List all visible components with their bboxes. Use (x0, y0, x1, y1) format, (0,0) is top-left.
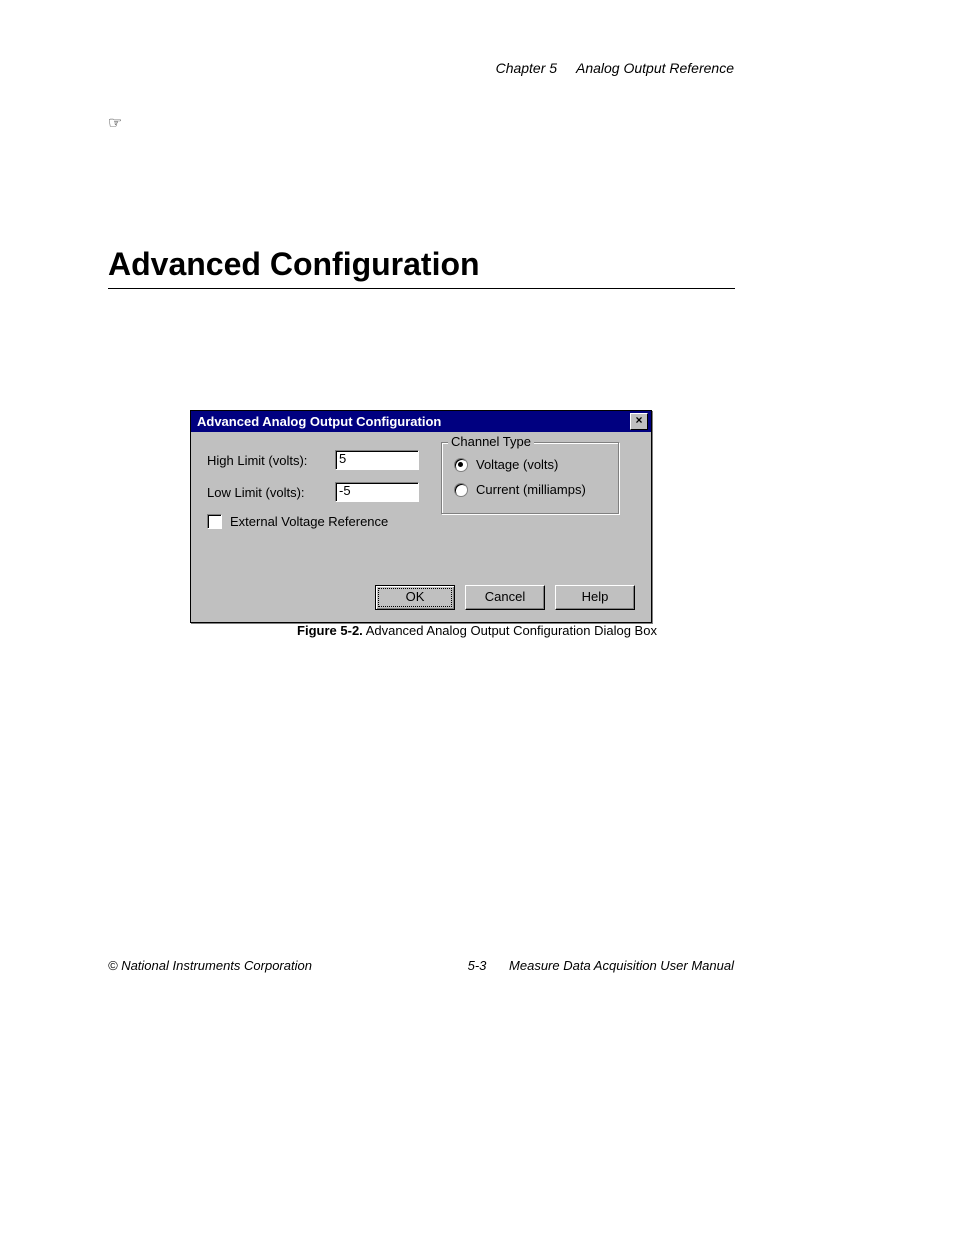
current-radio-label: Current (milliamps) (476, 482, 586, 497)
dialog-title: Advanced Analog Output Configuration (197, 414, 441, 429)
figure-label: Figure 5-2. (297, 623, 363, 638)
figure-text: Advanced Analog Output Configuration Dia… (363, 623, 657, 638)
chapter-title: Analog Output Reference (576, 60, 734, 76)
current-radio[interactable] (454, 483, 468, 497)
cancel-button[interactable]: Cancel (465, 585, 545, 610)
figure-caption: Figure 5-2. Advanced Analog Output Confi… (0, 623, 954, 638)
voltage-radio-label: Voltage (volts) (476, 457, 558, 472)
section-heading: Advanced Configuration (108, 246, 480, 283)
note-icon: ☞ (108, 113, 122, 133)
voltage-radio-row: Voltage (volts) (454, 457, 618, 472)
dialog-button-row: OK Cancel Help (375, 585, 635, 610)
high-limit-label: High Limit (volts): (207, 453, 335, 468)
low-limit-label: Low Limit (volts): (207, 485, 335, 500)
external-ref-row: External Voltage Reference (207, 514, 635, 529)
low-limit-input[interactable]: -5 (335, 482, 419, 502)
channel-type-group: Channel Type Voltage (volts) Current (mi… (441, 442, 619, 514)
voltage-radio[interactable] (454, 458, 468, 472)
advanced-analog-output-dialog: Advanced Analog Output Configuration × H… (190, 410, 652, 623)
footer-manual-title: Measure Data Acquisition User Manual (509, 958, 734, 973)
ok-button[interactable]: OK (375, 585, 455, 610)
current-radio-row: Current (milliamps) (454, 482, 618, 497)
page-header: Chapter 5 Analog Output Reference (496, 60, 734, 76)
close-icon: × (635, 413, 642, 427)
dialog-body: High Limit (volts): 5 Low Limit (volts):… (191, 432, 651, 622)
external-ref-label: External Voltage Reference (230, 514, 388, 529)
high-limit-input[interactable]: 5 (335, 450, 419, 470)
channel-type-title: Channel Type (448, 434, 534, 449)
help-button[interactable]: Help (555, 585, 635, 610)
footer-page-number: 5-3 (0, 958, 954, 973)
external-ref-checkbox[interactable] (207, 514, 222, 529)
close-button[interactable]: × (630, 413, 648, 430)
dialog-titlebar[interactable]: Advanced Analog Output Configuration × (191, 411, 651, 432)
chapter-label: Chapter 5 (496, 60, 557, 76)
heading-rule (108, 288, 735, 289)
